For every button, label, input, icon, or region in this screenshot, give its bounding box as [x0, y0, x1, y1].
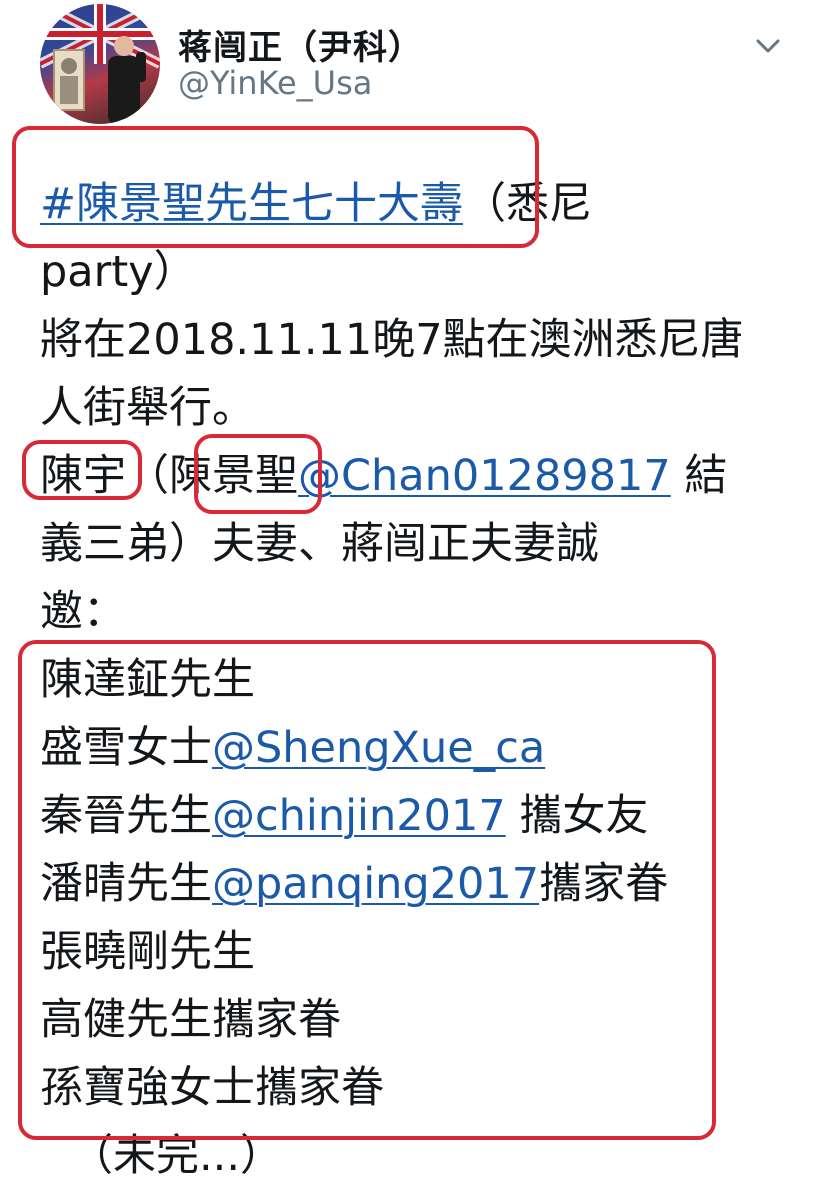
tweet-line: 人街舉行。	[40, 383, 255, 433]
avatar-photo	[40, 4, 160, 124]
chevron-down-icon[interactable]	[754, 32, 782, 60]
highlight-box-guests	[18, 640, 716, 1140]
tweet-line: 邀：	[40, 587, 126, 637]
tweet-line: 義三弟）夫妻、蔣闿正夫妻誠	[40, 519, 599, 569]
tweet-line: 將在2018.11.11晚7點在澳洲悉尼唐	[40, 315, 744, 365]
highlight-box-hashtag	[12, 126, 539, 248]
mention-link[interactable]: @Chan01289817	[298, 451, 671, 501]
user-display-name[interactable]: 蒋闿正（尹科）	[178, 20, 423, 69]
highlight-box-host	[22, 440, 142, 500]
text-span: 結	[670, 451, 728, 501]
highlight-box-name	[194, 434, 322, 514]
tweet-line: 陳宇（陳景聖@Chan01289817 結	[40, 442, 780, 510]
avatar[interactable]	[40, 4, 160, 124]
user-handle[interactable]: @YinKe_Usa	[178, 64, 372, 102]
tweet-line: party）	[40, 247, 197, 297]
